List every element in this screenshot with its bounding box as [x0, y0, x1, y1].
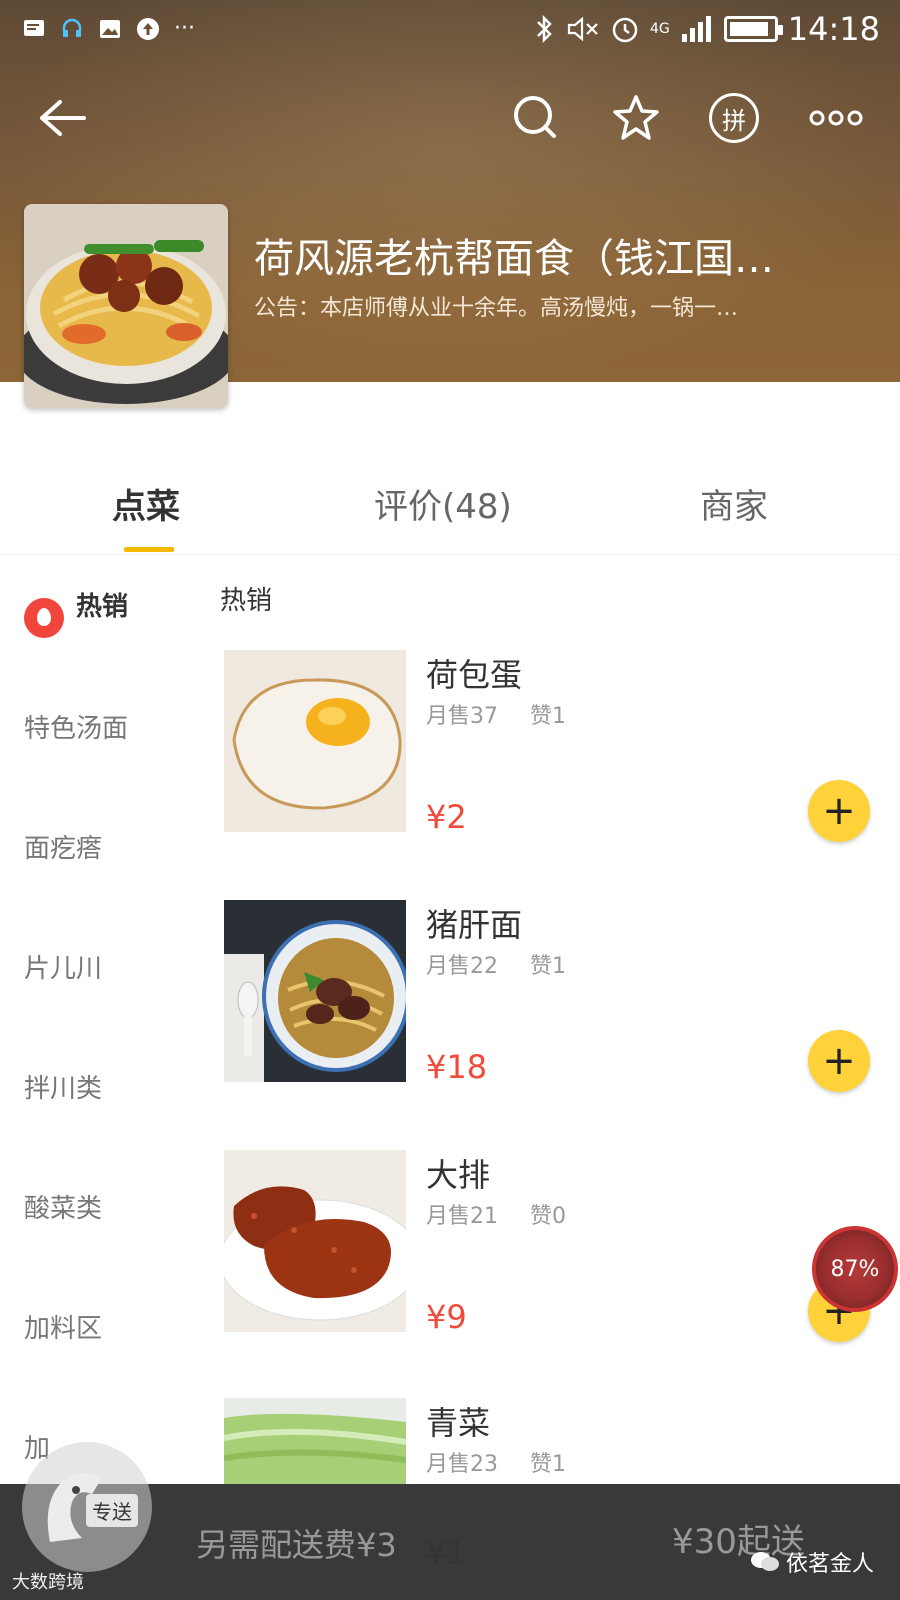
item-name: 大排 [426, 1156, 491, 1194]
likes-count: 赞1 [530, 954, 566, 979]
sidebar-item-pian-er-chuan[interactable]: 片儿川 [24, 948, 102, 985]
pork-chop-image [224, 1150, 406, 1332]
alarm-icon [612, 17, 638, 43]
watermark-right-text: 依茗金人 [786, 1552, 875, 1577]
add-to-cart-button[interactable]: + [808, 1030, 870, 1092]
section-title: 热销 [220, 586, 273, 616]
item-name: 荷包蛋 [426, 656, 523, 694]
item-stats: 月售37 赞1 [426, 698, 598, 730]
cart-tag: 专送 [86, 1494, 138, 1527]
star-icon [613, 95, 659, 140]
sidebar-item-dough-drops[interactable]: 面疙瘩 [24, 828, 102, 865]
battery-icon [723, 16, 783, 42]
more-button[interactable] [804, 86, 868, 150]
tab-indicator [124, 547, 174, 552]
bluetooth-icon [537, 14, 552, 44]
upload-icon [137, 17, 159, 40]
monthly-sales: 月售21 [426, 1204, 498, 1229]
item-stats: 月售23 赞1 [426, 1446, 598, 1478]
tab-reviews[interactable]: 评价(48) [374, 479, 512, 528]
fried-egg-image [224, 650, 406, 832]
hot-flame-icon [24, 598, 64, 638]
status-overflow: ··· [174, 16, 195, 41]
likes-count: 赞0 [530, 1204, 566, 1229]
monthly-sales: 月售37 [426, 704, 498, 729]
wechat-icon [751, 1552, 779, 1571]
store-notice[interactable]: 公告：本店师傅从业十余年。高汤慢炖，一锅一… [254, 290, 864, 322]
group-order-icon: 拼 [709, 93, 759, 143]
store-logo[interactable] [24, 204, 228, 408]
sidebar-item-special-soup-noodles[interactable]: 特色汤面 [24, 708, 128, 745]
pork-liver-noodles-image [224, 900, 406, 1082]
group-order-label: 拼 [722, 106, 746, 135]
sidebar-item-pickled-vegetables[interactable]: 酸菜类 [24, 1188, 102, 1225]
item-price: ¥9 [426, 1298, 467, 1336]
menu-item[interactable]: 大排 月售21 赞0 ¥9 + [224, 1150, 884, 1342]
watermark-left: 大数跨境 [12, 1572, 84, 1593]
menu-item[interactable]: 荷包蛋 月售37 赞1 ¥2 + [224, 650, 884, 842]
item-price: ¥2 [426, 798, 467, 836]
message-icon [24, 19, 44, 36]
image-icon [100, 19, 120, 38]
status-bar: ··· 4G 14:18 [0, 0, 900, 62]
nav-bar: 拼 [0, 86, 900, 156]
signal-icon [681, 16, 711, 42]
item-name: 青菜 [426, 1404, 491, 1442]
sidebar-item-add-ons[interactable]: 加料区 [24, 1308, 102, 1345]
headset-icon [62, 18, 82, 37]
back-arrow-icon [40, 100, 86, 136]
likes-count: 赞1 [530, 704, 566, 729]
likes-count: 赞1 [530, 1452, 566, 1477]
status-time: 14:18 [787, 10, 880, 48]
add-to-cart-button[interactable]: + [808, 780, 870, 842]
item-stats: 月售22 赞1 [426, 948, 598, 980]
store-name[interactable]: 荷风源老杭帮面食（钱江国… [254, 226, 854, 284]
search-icon [514, 96, 556, 138]
cart-button[interactable]: 专送 [22, 1442, 152, 1572]
tab-merchant[interactable]: 商家 [700, 479, 768, 528]
menu-item[interactable]: 猪肝面 月售22 赞1 ¥18 + [224, 900, 884, 1092]
monthly-sales: 月售22 [426, 954, 498, 979]
item-name: 猪肝面 [426, 906, 523, 944]
delivery-fee-text: 另需配送费¥3 [196, 1526, 397, 1564]
group-order-button[interactable]: 拼 [702, 86, 766, 150]
mute-icon [567, 16, 598, 42]
search-button[interactable] [504, 86, 568, 150]
watermark-right: 依茗金人 [750, 1546, 874, 1578]
back-button[interactable] [30, 86, 94, 150]
tab-bar: 点菜 评价(48) 商家 [0, 455, 900, 555]
tab-order[interactable]: 点菜 [112, 479, 180, 528]
network-type: 4G [650, 21, 670, 37]
item-stats: 月售21 赞0 [426, 1198, 598, 1230]
sidebar-item-ban-chuan[interactable]: 拌川类 [24, 1068, 102, 1105]
item-price: ¥18 [426, 1048, 488, 1086]
progress-badge[interactable]: 87% [812, 1226, 898, 1312]
sidebar-item-hot[interactable]: 热销 [76, 586, 128, 623]
category-sidebar: 热销 特色汤面 面疙瘩 片儿川 拌川类 酸菜类 加料区 加 [0, 556, 210, 1486]
monthly-sales: 月售23 [426, 1452, 498, 1477]
greens-image [224, 1398, 406, 1484]
noodle-bowl-image [24, 204, 228, 408]
favorite-button[interactable] [604, 86, 668, 150]
more-icon [809, 110, 863, 126]
